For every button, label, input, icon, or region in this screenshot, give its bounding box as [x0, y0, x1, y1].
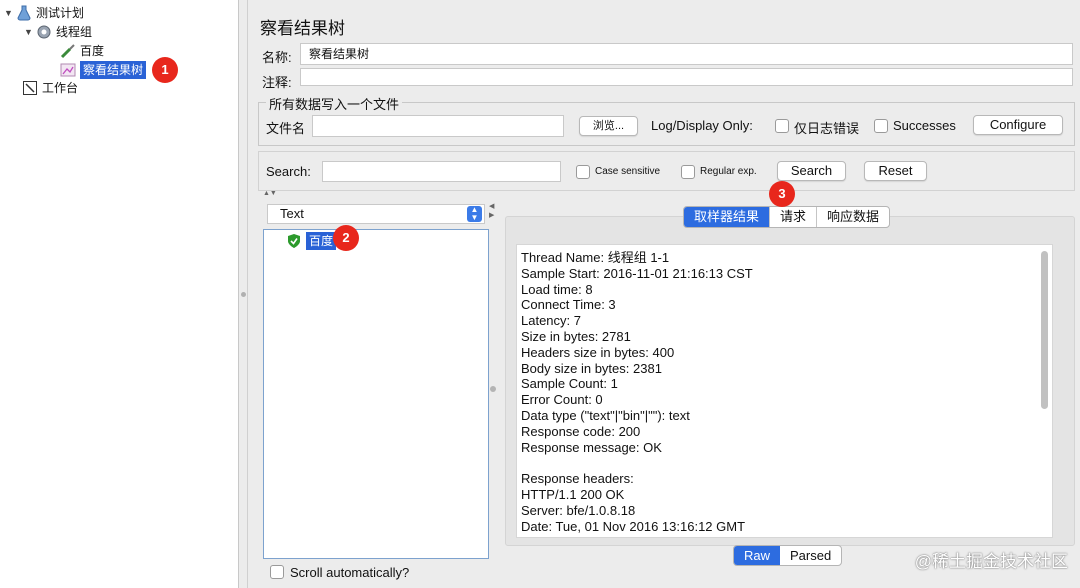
errors-only-label: 仅日志错误	[794, 121, 860, 136]
file-group-title: 所有数据写入一个文件	[266, 94, 403, 113]
tree-node-label: 测试计划	[36, 6, 85, 20]
collapse-arrows-icon[interactable]: ▲▼	[263, 190, 277, 197]
errors-only-checkbox[interactable]	[775, 119, 789, 133]
result-lines: Thread Name: 线程组 1-1 Sample Start: 2016-1…	[517, 245, 1052, 534]
tree-node-test-plan[interactable]: ▼ 测试计划	[4, 4, 84, 22]
result-line: Sample Start: 2016-11-01 21:16:13 CST	[521, 265, 753, 281]
result-line: Server: bfe/1.0.8.18	[521, 502, 636, 518]
raw-button[interactable]: Raw	[734, 546, 781, 565]
result-line: Latency: 7	[521, 313, 581, 329]
tree-node-label: 工作台	[42, 81, 79, 95]
tree-node-label: 线程组	[56, 25, 93, 39]
expand-triangle-icon[interactable]: ▼	[24, 23, 36, 41]
sample-results-tree: 百度	[263, 229, 489, 559]
view-results-tree-panel: 察看结果树 名称: 察看结果树 注释: 所有数据写入一个文件 文件名 浏览...…	[249, 0, 1080, 588]
result-line: Size in bytes: 2781	[521, 328, 631, 344]
result-line: Response message: OK	[521, 439, 662, 455]
result-line: Response headers:	[521, 471, 634, 487]
annotation-badge-3: 3	[769, 181, 795, 207]
parsed-button[interactable]: Parsed	[780, 546, 841, 565]
comment-field[interactable]	[300, 68, 1073, 86]
tab-request[interactable]: 请求	[770, 207, 818, 227]
pane-arrows-icon[interactable]: ◀ ▶	[489, 202, 494, 220]
tree-node-label: 察看结果树	[80, 61, 147, 79]
scroll-automatically-label: Scroll automatically?	[290, 565, 410, 580]
tree-node-baidu[interactable]: 百度	[60, 42, 104, 60]
split-divider[interactable]	[239, 0, 248, 588]
log-display-only-label: Log/Display Only:	[651, 118, 753, 133]
tree-node-view-results-tree[interactable]: 察看结果树	[60, 61, 147, 79]
name-label: 名称:	[262, 50, 292, 65]
watermark: @稀土掘金技术社区	[914, 552, 1068, 571]
case-sensitive-label: Case sensitive	[595, 166, 661, 177]
reset-button[interactable]: Reset	[864, 161, 927, 181]
result-line: Load time: 8	[521, 281, 593, 297]
result-line: Data type ("text"|"bin"|""): text	[521, 407, 690, 423]
view-mode-toggle: Raw Parsed	[733, 545, 843, 566]
tree-node-label: 百度	[80, 44, 105, 58]
renderer-select[interactable]: Text	[267, 204, 485, 224]
panel-title: 察看结果树	[260, 19, 345, 38]
result-line: Thread Name: 线程组 1-1	[521, 250, 670, 265]
result-scrollbar[interactable]	[1041, 251, 1048, 409]
result-tabs: 取样器结果 请求 响应数据	[683, 206, 891, 228]
filename-label: 文件名	[266, 121, 306, 136]
tree-node-workbench[interactable]: 工作台	[22, 79, 78, 97]
result-line: Error Count: 0	[521, 392, 603, 408]
result-line: HTTP/1.1 200 OK	[521, 486, 625, 502]
shield-check-icon	[286, 233, 302, 249]
result-line: Response code: 200	[521, 423, 641, 439]
tab-sampler-result[interactable]: 取样器结果	[684, 207, 771, 227]
name-field[interactable]: 察看结果树	[300, 43, 1073, 65]
pipette-icon	[60, 43, 76, 59]
successes-label: Successes	[893, 118, 956, 133]
successes-checkbox[interactable]	[874, 119, 888, 133]
case-sensitive-checkbox[interactable]	[576, 165, 590, 179]
test-plan-tree: ▼ 测试计划 ▼ 线程组 百度 察看结果树 1 工作台	[0, 0, 239, 588]
select-stepper-icon[interactable]: ▲ ▼	[467, 206, 482, 222]
result-line: Headers size in bytes: 400	[521, 344, 675, 360]
workbench-icon	[22, 80, 38, 96]
configure-button[interactable]: Configure	[973, 115, 1063, 135]
result-line: Sample Count: 1	[521, 376, 618, 392]
regex-label: Regular exp.	[700, 166, 757, 177]
annotation-badge-2: 2	[333, 225, 359, 251]
scroll-automatically-checkbox[interactable]	[270, 565, 284, 579]
gear-icon	[36, 24, 52, 40]
flask-icon	[16, 5, 32, 21]
tab-response-data[interactable]: 响应数据	[817, 207, 889, 227]
sample-item-label: 百度	[306, 232, 337, 250]
result-line: Body size in bytes: 2381	[521, 360, 662, 376]
pane-grip-icon[interactable]	[490, 386, 496, 392]
result-line: Date: Tue, 01 Nov 2016 13:16:12 GMT	[521, 518, 746, 534]
search-label: Search:	[266, 164, 311, 179]
filename-field[interactable]	[312, 115, 564, 137]
browse-button[interactable]: 浏览...	[579, 116, 638, 136]
split-grip-icon[interactable]	[241, 292, 246, 297]
annotation-badge-1: 1	[152, 57, 178, 83]
result-line	[521, 455, 1052, 471]
sample-item-baidu[interactable]: 百度	[286, 232, 337, 250]
chart-icon	[60, 62, 76, 78]
tree-node-thread-group[interactable]: ▼ 线程组	[24, 23, 92, 41]
result-line: Connect Time: 3	[521, 297, 616, 313]
search-input[interactable]	[322, 161, 561, 182]
sampler-result-text[interactable]: Thread Name: 线程组 1-1 Sample Start: 2016-1…	[516, 244, 1053, 538]
expand-triangle-icon[interactable]: ▼	[4, 4, 16, 22]
search-button[interactable]: Search	[777, 161, 846, 181]
regex-checkbox[interactable]	[681, 165, 695, 179]
comment-label: 注释:	[262, 75, 292, 90]
